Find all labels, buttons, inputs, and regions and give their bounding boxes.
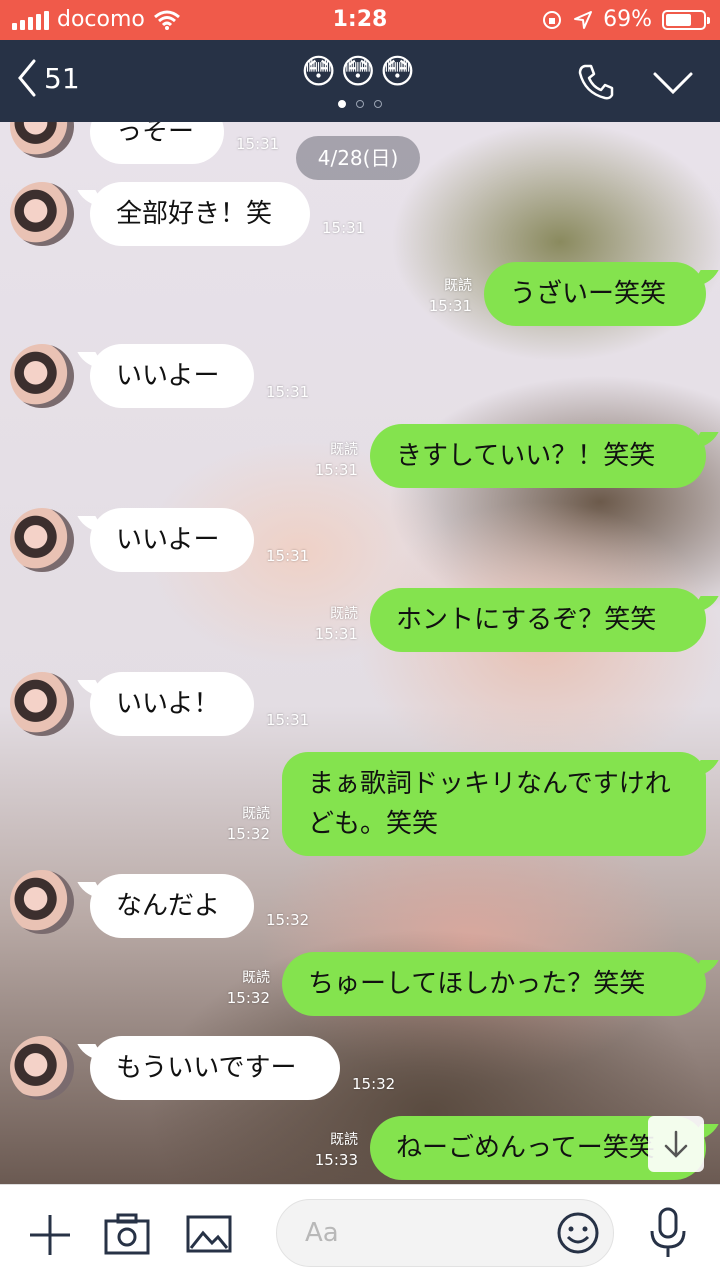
avatar[interactable] <box>10 344 74 408</box>
read-receipt: 既読 <box>242 970 270 986</box>
read-receipt: 既読 <box>242 806 270 822</box>
message-bubble-outgoing[interactable]: まぁ歌詞ドッキリなんですけれども。笑笑 <box>282 752 706 856</box>
phone-icon[interactable] <box>576 62 616 102</box>
avatar[interactable] <box>10 182 74 246</box>
message-time: 15:32 <box>226 825 270 843</box>
chat-area[interactable]: っそー 15:31 4/28(日) 全部好き！笑 15:31 既読 15:31 … <box>0 122 720 1184</box>
date-separator: 4/28(日) <box>296 136 420 180</box>
message-time: 15:31 <box>428 297 472 315</box>
page-dot <box>356 100 364 108</box>
message-bubble-incoming[interactable]: なんだよ <box>90 874 254 938</box>
message-time: 15:31 <box>314 625 358 643</box>
scroll-to-bottom-button[interactable] <box>648 1116 704 1172</box>
message-meta: 既読 15:31 <box>429 276 472 316</box>
message-bubble-incoming[interactable]: 全部好き！笑 <box>90 182 310 246</box>
avatar[interactable] <box>10 508 74 572</box>
page-dot <box>338 100 346 108</box>
message-time: 15:31 <box>266 383 310 401</box>
battery-icon <box>662 9 710 30</box>
message-meta: 既読 15:33 <box>315 1130 358 1170</box>
plus-icon[interactable] <box>28 1213 72 1257</box>
read-receipt: 既読 <box>330 442 358 458</box>
avatar[interactable] <box>10 672 74 736</box>
scroll-down-icon <box>664 1130 688 1158</box>
message-meta: 既読 15:31 <box>315 604 358 644</box>
message-meta: 既読 15:32 <box>227 968 270 1008</box>
message-meta: 既読 15:32 <box>227 804 270 844</box>
message-time: 15:31 <box>236 135 280 153</box>
message-bubble-outgoing[interactable]: ちゅーしてほしかった？笑笑 <box>282 952 706 1016</box>
page-dot <box>374 100 382 108</box>
message-bubble-outgoing[interactable]: うざいー笑笑 <box>484 262 706 326</box>
location-icon <box>574 10 593 29</box>
message-time: 15:32 <box>266 911 310 929</box>
avatar[interactable] <box>10 1036 74 1100</box>
message-time: 15:32 <box>352 1075 396 1093</box>
emoji-icon[interactable] <box>556 1211 600 1255</box>
orientation-lock-icon <box>543 10 562 29</box>
read-receipt: 既読 <box>444 278 472 294</box>
message-time: 15:31 <box>314 461 358 479</box>
battery-percent: 69% <box>603 7 652 32</box>
microphone-icon[interactable] <box>648 1207 688 1259</box>
chevron-down-icon[interactable] <box>652 70 694 96</box>
battery-fill <box>666 13 691 26</box>
message-bubble-incoming[interactable]: いいよー <box>90 508 254 572</box>
message-time: 15:31 <box>266 547 310 565</box>
message-time: 15:31 <box>266 711 310 729</box>
message-bubble-incoming[interactable]: もういいですー <box>90 1036 340 1100</box>
status-bar: docomo 1:28 69% <box>0 0 720 40</box>
message-bubble-incoming[interactable]: っそー <box>90 122 224 164</box>
status-right: 69% <box>541 7 710 32</box>
message-bubble-outgoing[interactable]: きすしていい？！笑笑 <box>370 424 706 488</box>
message-bubble-incoming[interactable]: いいよ！ <box>90 672 254 736</box>
input-bar: Aa <box>0 1184 720 1280</box>
read-receipt: 既読 <box>330 1132 358 1148</box>
camera-icon[interactable] <box>104 1213 150 1255</box>
message-meta: 既読 15:31 <box>315 440 358 480</box>
message-time: 15:33 <box>314 1151 358 1169</box>
message-bubble-incoming[interactable]: いいよー <box>90 344 254 408</box>
message-time: 15:32 <box>226 989 270 1007</box>
message-bubble-outgoing[interactable]: ホントにするぞ？笑笑 <box>370 588 706 652</box>
avatar[interactable] <box>10 870 74 934</box>
chat-header: 51 😳😳😳 <box>0 40 720 122</box>
read-receipt: 既読 <box>330 606 358 622</box>
avatar[interactable] <box>10 122 74 158</box>
image-icon[interactable] <box>186 1213 232 1255</box>
message-time: 15:31 <box>322 219 366 237</box>
